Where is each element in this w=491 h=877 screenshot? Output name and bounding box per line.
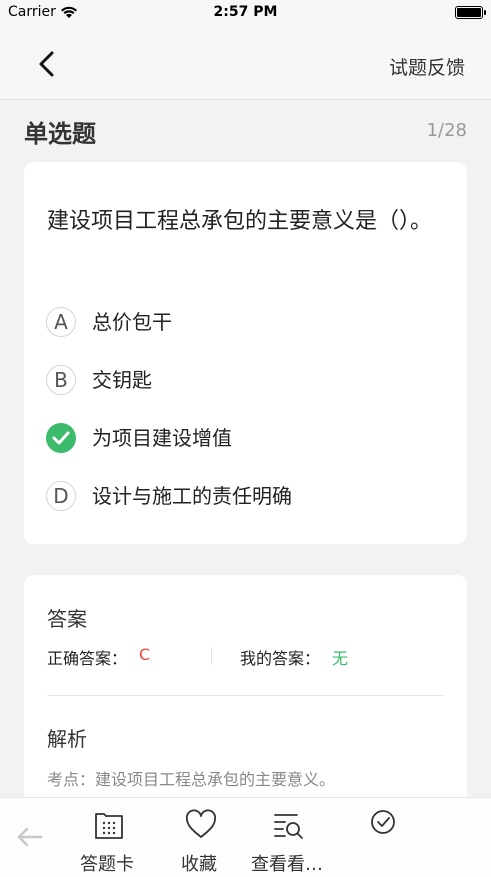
- analysis-title: 解析: [47, 727, 87, 751]
- correct-answer-label: 正确答案：: [47, 649, 128, 668]
- question-progress: 1/28: [426, 120, 467, 141]
- divider: [47, 695, 444, 696]
- option-text: 交钥匙: [92, 368, 152, 392]
- feedback-button[interactable]: 试题反馈: [389, 53, 465, 80]
- navigation-bar: 试题反馈: [0, 26, 491, 100]
- my-answer-label: 我的答案：: [240, 649, 321, 668]
- option-b[interactable]: B 交钥匙: [46, 365, 446, 399]
- correct-answer-value: C: [139, 645, 151, 664]
- divider: [211, 647, 212, 665]
- option-letter: D: [46, 481, 76, 511]
- correct-check-icon: [46, 423, 76, 453]
- question-type: 单选题: [24, 120, 96, 148]
- my-answer-value: 无: [332, 649, 349, 668]
- question-text: 建设项目工程总承包的主要意义是（）。: [47, 209, 433, 234]
- answer-card: 答案 正确答案： C 我的答案： 无 解析 考点：建设项目工程总承包的主要意义。: [24, 575, 467, 805]
- status-bar: Carrier 2:57 PM: [0, 0, 491, 26]
- option-text: 设计与施工的责任明确: [92, 484, 292, 508]
- option-letter: B: [46, 365, 76, 395]
- battery-icon: [455, 6, 486, 19]
- question-header: 单选题 1/28: [24, 114, 467, 150]
- answer-card-icon: [95, 813, 123, 839]
- tab-answer-card[interactable]: 答题卡: [62, 806, 152, 875]
- option-text: 为项目建设增值: [92, 426, 232, 450]
- question-card: 建设项目工程总承包的主要意义是（）。 A 总价包干 B 交钥匙 为项目建设增值 …: [24, 162, 467, 544]
- tab-label: 答题卡: [80, 854, 134, 875]
- bottom-tab-bar: 答题卡 收藏 查看看…: [0, 797, 491, 877]
- option-c[interactable]: 为项目建设增值: [46, 423, 446, 457]
- heart-icon: [185, 809, 217, 838]
- previous-arrow-icon[interactable]: [14, 822, 44, 852]
- analysis-text: 考点：建设项目工程总承包的主要意义。: [47, 770, 336, 789]
- option-text: 总价包干: [92, 310, 172, 334]
- option-a[interactable]: A 总价包干: [46, 307, 446, 341]
- tab-submit[interactable]: [338, 806, 428, 872]
- back-chevron-icon[interactable]: [34, 50, 60, 78]
- option-letter: A: [46, 307, 76, 337]
- tab-label: 查看看…: [251, 854, 323, 875]
- answer-title: 答案: [47, 607, 87, 631]
- check-circle-icon: [371, 810, 395, 834]
- option-d[interactable]: D 设计与施工的责任明确: [46, 481, 446, 515]
- tab-favorite[interactable]: 收藏: [154, 806, 244, 875]
- tab-label: 收藏: [181, 854, 217, 875]
- status-time: 2:57 PM: [213, 4, 278, 20]
- tab-view[interactable]: 查看看…: [242, 806, 332, 875]
- answer-row: 正确答案： C 我的答案： 无: [47, 645, 447, 669]
- search-list-icon: [274, 814, 303, 839]
